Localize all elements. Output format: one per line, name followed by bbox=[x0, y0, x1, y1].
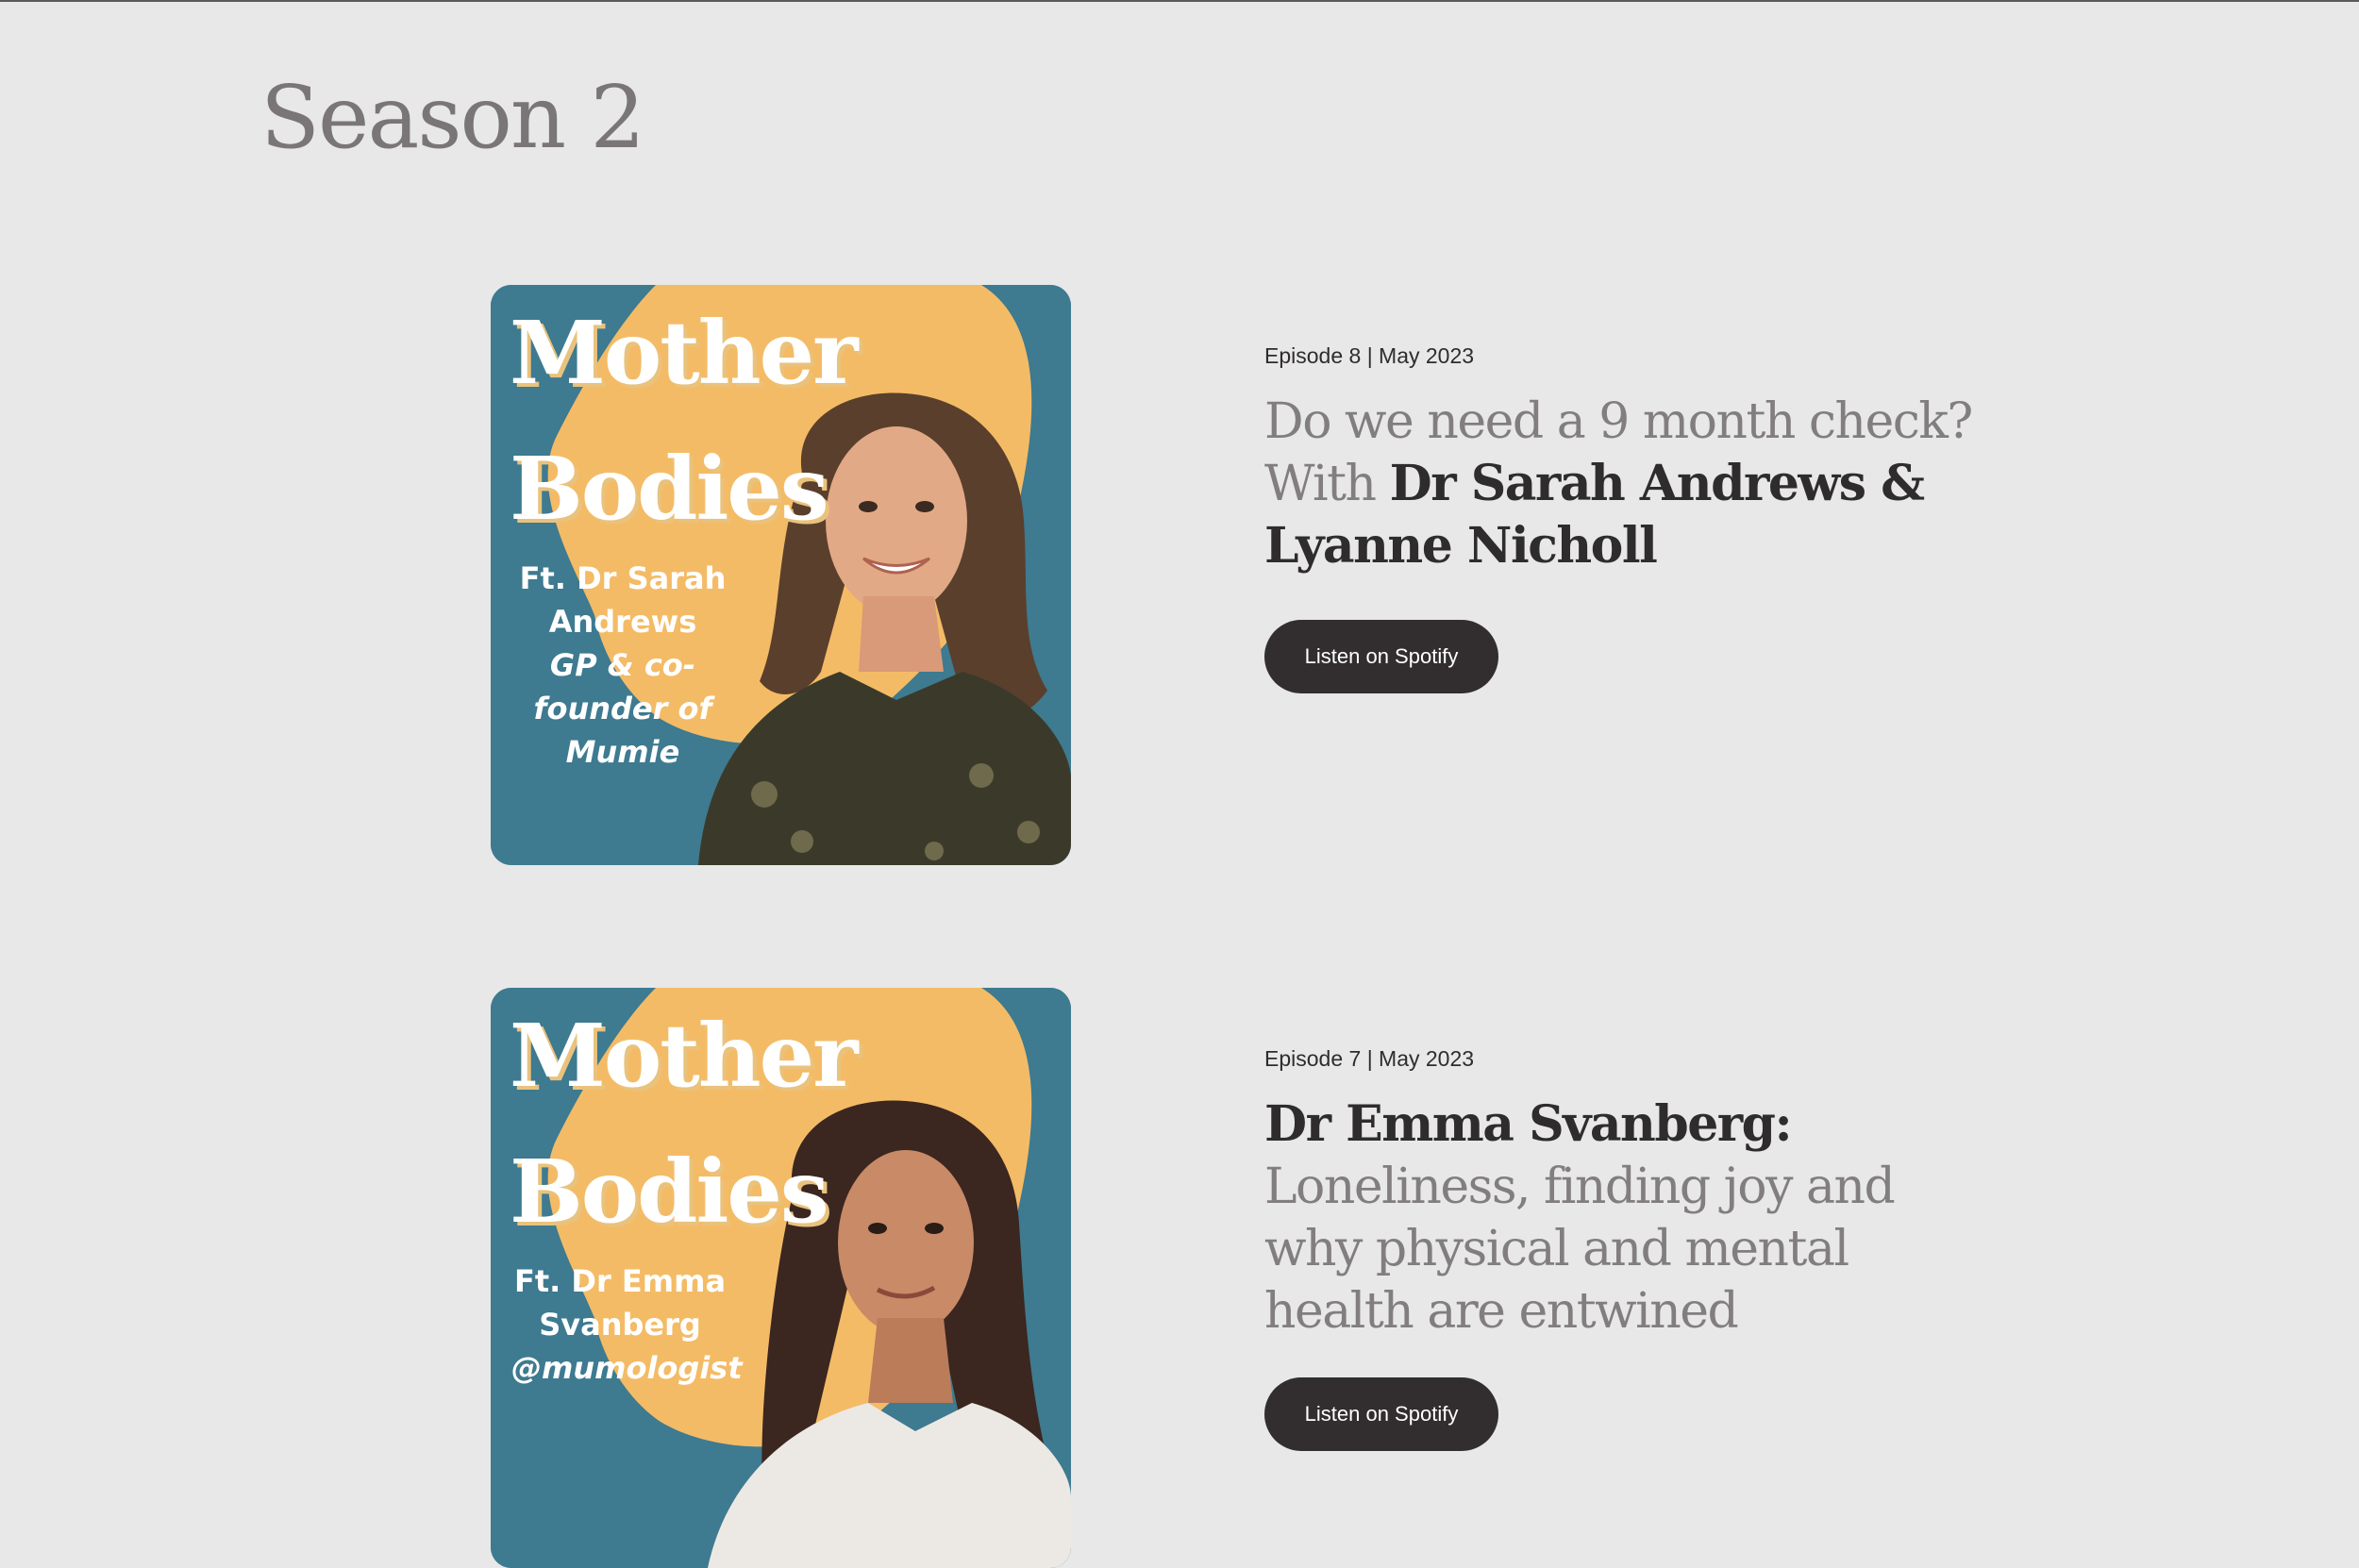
cover-feature-text: Ft. Dr Sarah Andrews GP & co- founder of… bbox=[519, 557, 727, 774]
guest-neck bbox=[859, 596, 944, 672]
episode-title[interactable]: Dr Emma Svanberg: Loneliness, finding joy… bbox=[1264, 1093, 1982, 1343]
top-divider bbox=[0, 0, 2359, 2]
cover-title-word2: Bodies bbox=[510, 1141, 829, 1243]
guest-neck bbox=[868, 1318, 953, 1403]
guest-face bbox=[838, 1150, 974, 1335]
cover-feat-line1: Ft. Dr Sarah bbox=[519, 560, 727, 596]
episode-cover-image[interactable]: Mother Bodies Ft. Dr Emma Svanberg @mumo… bbox=[491, 988, 1071, 1568]
cover-feat-line2: Svanberg bbox=[539, 1307, 701, 1343]
cover-feat-line2: Andrews bbox=[548, 604, 697, 640]
cover-feat-italic1: GP & co- bbox=[549, 647, 696, 683]
cover-feat-italic1: @mumologist bbox=[511, 1350, 743, 1386]
episode-cover-image[interactable]: Mother Bodies Ft. Dr Sarah Andrews GP & … bbox=[491, 285, 1071, 865]
cover-feat-italic2: founder of bbox=[533, 691, 712, 726]
cover-feature-text: Ft. Dr Emma Svanberg @mumologist bbox=[511, 1259, 743, 1390]
episode-meta: Episode 7 | May 2023 bbox=[1264, 1046, 1475, 1071]
episode-title[interactable]: Do we need a 9 month check? With Dr Sara… bbox=[1264, 391, 1982, 577]
cover-title-word1: Mother bbox=[510, 302, 859, 404]
guest-face bbox=[826, 426, 967, 615]
episode-meta: Episode 8 | May 2023 bbox=[1264, 343, 1475, 368]
cover-title-word1: Mother bbox=[510, 1005, 859, 1107]
cover-feat-italic3: Mumie bbox=[565, 734, 680, 770]
cover-feat-line1: Ft. Dr Emma bbox=[513, 1263, 727, 1299]
episode-title-guest: Dr Emma Svanberg: bbox=[1264, 1095, 1793, 1153]
cover-title-word2: Bodies bbox=[510, 438, 829, 540]
episode-title-light: Loneliness, finding joy and why physical… bbox=[1264, 1159, 1896, 1340]
season-heading: Season 2 bbox=[260, 67, 645, 168]
listen-on-spotify-button[interactable]: Listen on Spotify bbox=[1264, 620, 1498, 693]
listen-on-spotify-button[interactable]: Listen on Spotify bbox=[1264, 1377, 1498, 1451]
